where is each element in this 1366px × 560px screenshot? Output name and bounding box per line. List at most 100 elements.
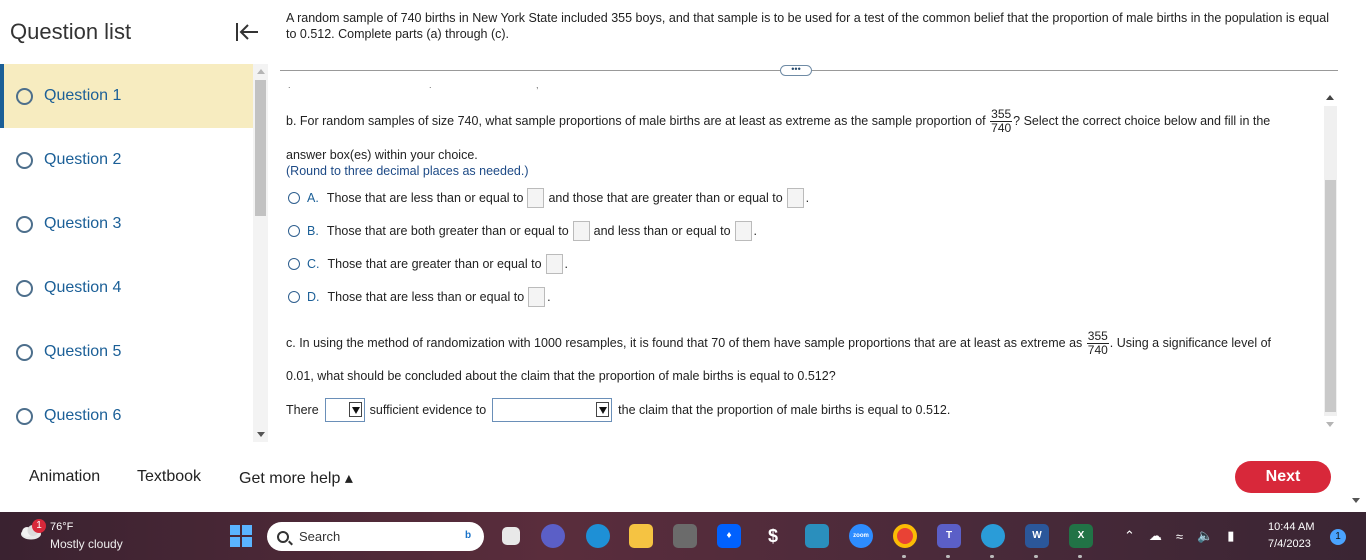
radio-icon[interactable] [288, 192, 300, 204]
notification-badge[interactable]: 1 [1330, 529, 1346, 545]
scroll-up-arrow-icon[interactable] [257, 69, 265, 74]
part-b-instruction: answer box(es) within your choice. [286, 148, 478, 162]
fragment-mark: . [288, 80, 291, 90]
explorer-icon[interactable] [629, 524, 653, 548]
question-list-scrollbar[interactable] [253, 64, 268, 442]
wifi-icon[interactable]: ≈ [1176, 529, 1183, 544]
question-item-2[interactable]: Question 2 [0, 128, 253, 192]
scrollbar-thumb[interactable] [1325, 180, 1336, 412]
dropbox-icon[interactable]: ♦ [717, 524, 741, 548]
answer-mid: sufficient evidence to [369, 403, 487, 417]
action-dropdown[interactable] [492, 398, 613, 422]
answer-box[interactable] [528, 287, 546, 307]
radio-icon [16, 279, 33, 297]
choice-d[interactable]: D. Those that are less than or equal to … [288, 287, 551, 307]
answer-box[interactable] [545, 254, 563, 274]
get-more-help-link[interactable]: Get more help ▴ [239, 468, 353, 488]
answer-prefix: There [286, 403, 319, 417]
taskbar-search[interactable]: Search [267, 522, 484, 551]
question-label: Question 3 [44, 215, 122, 232]
choice-b[interactable]: B. Those that are both greater than or e… [288, 221, 757, 241]
radio-icon [16, 215, 33, 233]
question-item-3[interactable]: Question 3 [0, 192, 253, 256]
radio-icon [16, 343, 33, 361]
radio-icon[interactable] [288, 291, 300, 303]
content-scrollbar[interactable] [1324, 92, 1337, 432]
next-button[interactable]: Next [1235, 461, 1331, 493]
part-c-text-before: c. In using the method of randomization … [286, 335, 1083, 350]
chrome-icon[interactable] [893, 524, 917, 548]
running-indicator [902, 555, 906, 558]
scroll-up-arrow-icon[interactable] [1326, 95, 1334, 100]
question-item-6[interactable]: Question 6 [0, 384, 253, 442]
choice-c[interactable]: C. Those that are greater than or equal … [288, 254, 568, 274]
question-item-5[interactable]: Question 5 [0, 320, 253, 384]
answer-box[interactable] [572, 221, 590, 241]
edge-icon[interactable] [586, 524, 610, 548]
excel-icon[interactable]: X [1069, 524, 1093, 548]
question-item-4[interactable]: Question 4 [0, 256, 253, 320]
radio-icon [16, 87, 33, 105]
teams-icon[interactable]: T [937, 524, 961, 548]
running-indicator [1078, 555, 1082, 558]
choice-text: and less than or equal to [593, 224, 731, 238]
store-icon[interactable] [805, 524, 829, 548]
trading-icon[interactable]: $ [761, 524, 785, 548]
question-label: Question 5 [44, 343, 122, 360]
answer-box[interactable] [786, 188, 804, 208]
running-indicator [1034, 555, 1038, 558]
edge-dev-icon[interactable] [981, 524, 1005, 548]
textbook-link[interactable]: Textbook [137, 468, 201, 486]
animation-link[interactable]: Animation [29, 468, 100, 486]
page-scroll-down-icon[interactable] [1352, 498, 1360, 503]
fraction-denominator: 740 [1087, 343, 1108, 357]
question-list: Question 1 Question 2 Question 3 Questio… [0, 64, 253, 442]
battery-icon[interactable]: ▮ [1227, 528, 1234, 544]
fraction-numerator: 355 [1086, 329, 1109, 344]
collapse-left-icon[interactable] [234, 20, 260, 44]
bing-icon[interactable]: b [457, 525, 479, 547]
clock-time[interactable]: 10:44 AM [1268, 521, 1314, 533]
windows-taskbar: 1 76°F Mostly cloudy Search b ♦ $ zoom T… [0, 512, 1366, 560]
weather-temperature[interactable]: 76°F [50, 521, 73, 533]
weather-badge: 1 [32, 519, 46, 533]
answer-box[interactable] [734, 221, 752, 241]
choice-letter: A. [307, 191, 319, 205]
question-label: Question 1 [44, 87, 122, 104]
part-c-text-after: . Using a significance level of [1109, 335, 1271, 350]
question-label: Question 2 [44, 151, 122, 168]
clock-date[interactable]: 7/4/2023 [1268, 538, 1311, 550]
dropdown-arrow-icon [348, 402, 362, 417]
volume-icon[interactable]: 🔈 [1197, 528, 1213, 544]
choice-letter: B. [307, 224, 319, 238]
choice-a[interactable]: A. Those that are less than or equal to … [288, 188, 809, 208]
onedrive-cloud-icon[interactable]: ☁ [1149, 528, 1162, 544]
radio-icon[interactable] [288, 258, 300, 270]
calculator-icon[interactable] [673, 524, 697, 548]
question-list-title: Question list [10, 19, 132, 44]
scroll-down-arrow-icon[interactable] [257, 432, 265, 437]
part-b-text-after: ? Select the correct choice below and fi… [1013, 113, 1271, 128]
radio-icon[interactable] [288, 225, 300, 237]
answer-box[interactable] [527, 188, 545, 208]
fraction-numerator: 355 [990, 107, 1013, 122]
choice-text: Those that are less than or equal to [326, 191, 524, 205]
weather-description[interactable]: Mostly cloudy [50, 537, 123, 551]
running-indicator [990, 555, 994, 558]
part-b-question: b. For random samples of size 740, what … [286, 108, 1322, 135]
word-icon[interactable]: W [1025, 524, 1049, 548]
expand-more-button[interactable]: ••• [780, 65, 812, 76]
file-icon[interactable] [502, 527, 520, 545]
part-b-text-before: b. For random samples of size 740, what … [286, 113, 986, 128]
fragment-mark: . [429, 80, 432, 90]
windows-start-icon[interactable] [230, 525, 252, 547]
zoom-icon[interactable]: zoom [849, 524, 873, 548]
choice-letter: C. [307, 257, 320, 271]
chevron-up-icon[interactable]: ⌃ [1124, 528, 1135, 544]
teams-meet-icon[interactable] [541, 524, 565, 548]
scrollbar-thumb[interactable] [255, 80, 266, 216]
question-item-1[interactable]: Question 1 [0, 64, 253, 128]
bottom-toolbar: Animation Textbook Get more help ▴ Next [0, 442, 1366, 512]
scroll-down-arrow-icon[interactable] [1326, 422, 1334, 427]
evidence-dropdown[interactable] [324, 398, 365, 422]
